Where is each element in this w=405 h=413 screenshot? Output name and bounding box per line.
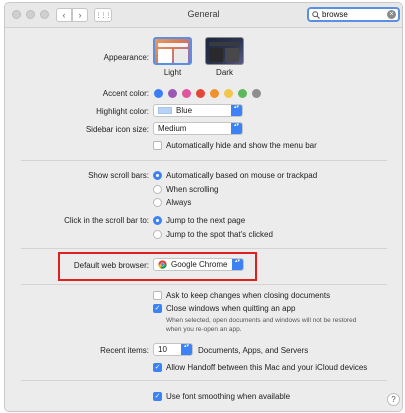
- minimize-window-button[interactable]: [26, 10, 35, 19]
- ask-keep-changes-label: Ask to keep changes when closing documen…: [166, 291, 331, 300]
- default-browser-popup[interactable]: Google Chrome ▴▾: [153, 258, 244, 271]
- jump-next-page-label: Jump to the next page: [166, 216, 246, 225]
- popup-arrows-icon: ▴▾: [231, 122, 242, 134]
- highlight-color-value: Blue: [176, 106, 193, 115]
- font-smoothing-checkbox[interactable]: ✓: [153, 392, 162, 401]
- checkmark-icon: ✓: [154, 305, 161, 312]
- popup-arrows-icon: ▴▾: [232, 258, 243, 270]
- appearance-dark-option[interactable]: [205, 37, 244, 65]
- appearance-label: Appearance:: [103, 53, 149, 62]
- sidebar-icon-size-popup[interactable]: Medium ▴▾: [153, 122, 243, 135]
- sidebar-icon-size-label: Sidebar icon size:: [85, 125, 149, 134]
- divider: [21, 160, 387, 161]
- accent-color-swatch[interactable]: [154, 89, 163, 98]
- help-button[interactable]: ?: [387, 393, 400, 406]
- popup-arrows-icon: ▴▾: [181, 343, 192, 355]
- search-field[interactable]: browse ×: [307, 7, 400, 22]
- title-bar: ‹ › ⋮⋮⋮ General browse ×: [5, 3, 402, 28]
- recent-items-popup[interactable]: 10 ▴▾: [153, 343, 193, 356]
- sidebar-icon-size-value: Medium: [158, 124, 187, 133]
- preferences-window: ‹ › ⋮⋮⋮ General browse × Appearance: Lig…: [4, 2, 403, 412]
- chevron-left-icon: ‹: [62, 10, 66, 20]
- search-input[interactable]: browse: [322, 10, 348, 19]
- default-browser-label: Default web browser:: [73, 261, 149, 270]
- chevron-right-icon: ›: [78, 10, 82, 20]
- accent-color-swatch[interactable]: [252, 89, 261, 98]
- handoff-label: Allow Handoff between this Mac and your …: [166, 363, 368, 372]
- default-browser-value: Google Chrome: [171, 260, 228, 269]
- font-smoothing-label: Use font smoothing when available: [166, 392, 291, 401]
- highlight-color-popup[interactable]: Blue ▴▾: [153, 104, 243, 117]
- grid-icon: ⋮⋮⋮: [95, 12, 112, 19]
- appearance-light-option[interactable]: [153, 37, 192, 65]
- popup-arrows-icon: ▴▾: [231, 104, 242, 116]
- scroll-always-label: Always: [166, 198, 192, 207]
- divider: [21, 284, 387, 285]
- jump-next-page-radio[interactable]: [153, 216, 162, 225]
- menu-bar-checkbox[interactable]: [153, 141, 162, 150]
- recent-items-suffix: Documents, Apps, and Servers: [198, 346, 309, 355]
- show-scroll-bars-label: Show scroll bars:: [88, 171, 149, 180]
- ask-keep-changes-checkbox[interactable]: [153, 291, 162, 300]
- accent-color-swatch[interactable]: [210, 89, 219, 98]
- jump-to-spot-radio[interactable]: [153, 230, 162, 239]
- divider: [21, 380, 387, 381]
- accent-color-swatch[interactable]: [182, 89, 191, 98]
- chrome-icon: [158, 260, 167, 269]
- checkmark-icon: ✓: [154, 364, 161, 371]
- scroll-when-scrolling-radio[interactable]: [153, 185, 162, 194]
- highlight-color-label: Highlight color:: [96, 107, 149, 116]
- close-windows-checkbox[interactable]: ✓: [153, 304, 162, 313]
- recent-items-value: 10: [158, 345, 167, 354]
- divider: [21, 248, 387, 249]
- show-all-button[interactable]: ⋮⋮⋮: [94, 8, 112, 22]
- search-icon: [312, 10, 320, 19]
- zoom-window-button[interactable]: [40, 10, 49, 19]
- accent-color-swatch[interactable]: [168, 89, 177, 98]
- close-windows-label: Close windows when quitting an app: [166, 304, 296, 313]
- back-button[interactable]: ‹: [56, 8, 72, 22]
- forward-button[interactable]: ›: [72, 8, 88, 22]
- recent-items-label: Recent items:: [100, 346, 149, 355]
- close-windows-note: When selected, open documents and window…: [166, 317, 357, 333]
- scroll-when-scrolling-label: When scrolling: [166, 185, 219, 194]
- appearance-dark-label: Dark: [216, 68, 233, 77]
- accent-color-swatch[interactable]: [196, 89, 205, 98]
- close-window-button[interactable]: [12, 10, 21, 19]
- click-scroll-bar-label: Click in the scroll bar to:: [64, 216, 149, 225]
- accent-color-swatch[interactable]: [238, 89, 247, 98]
- scroll-always-radio[interactable]: [153, 198, 162, 207]
- appearance-light-label: Light: [163, 68, 182, 77]
- checkmark-icon: ✓: [154, 393, 161, 400]
- menu-bar-label: Automatically hide and show the menu bar: [166, 141, 317, 150]
- handoff-checkbox[interactable]: ✓: [153, 363, 162, 372]
- clear-search-icon[interactable]: ×: [387, 10, 396, 19]
- accent-color-label: Accent color:: [102, 89, 149, 98]
- accent-color-swatch[interactable]: [224, 89, 233, 98]
- jump-to-spot-label: Jump to the spot that's clicked: [166, 230, 273, 239]
- scroll-automatic-radio[interactable]: [153, 171, 162, 180]
- scroll-automatic-label: Automatically based on mouse or trackpad: [166, 171, 318, 180]
- highlight-swatch: [158, 107, 172, 114]
